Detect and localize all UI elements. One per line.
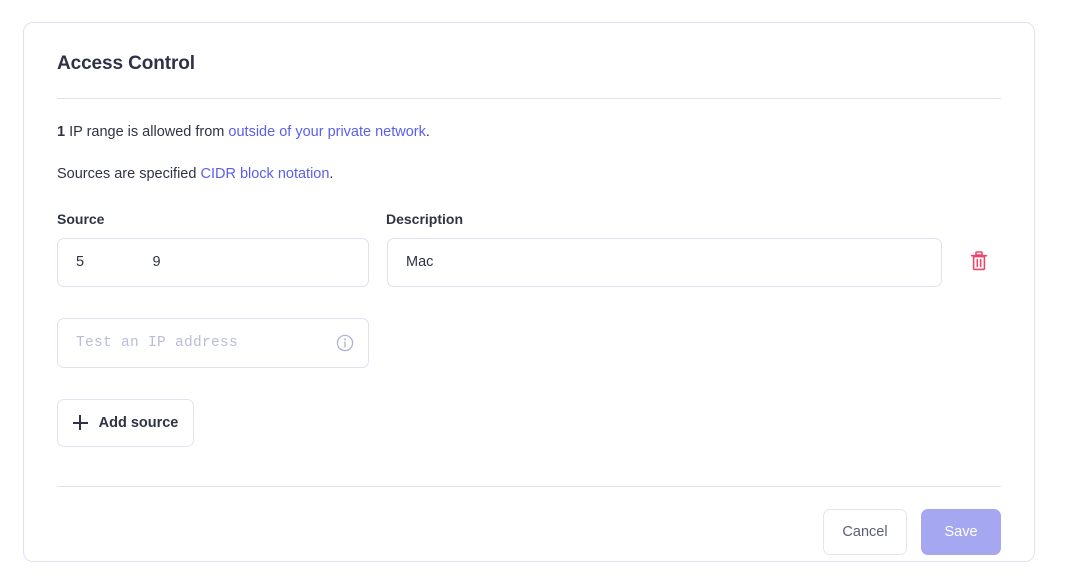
source-label: Source [57, 211, 386, 227]
field-labels-row: Source Description [57, 211, 1001, 227]
access-control-card: Access Control 1 IP range is allowed fro… [23, 22, 1035, 562]
ip-range-text-after: . [426, 124, 430, 140]
save-button[interactable]: Save [921, 509, 1001, 555]
cancel-button[interactable]: Cancel [823, 509, 907, 555]
description-input[interactable]: Mac [387, 238, 942, 287]
header-divider [57, 98, 1001, 99]
ip-range-text-before: IP range is allowed from [65, 124, 228, 140]
test-ip-wrapper [57, 318, 369, 368]
description-label: Description [386, 211, 463, 227]
add-source-button[interactable]: Add source [57, 399, 194, 447]
cidr-text-after: . [329, 166, 333, 182]
card-footer: Cancel Save [57, 509, 1001, 555]
private-network-link[interactable]: outside of your private network [228, 124, 425, 140]
source-row: 5 9 Mac [57, 238, 1001, 287]
add-source-label: Add source [99, 415, 179, 431]
cidr-info-line: Sources are specified CIDR block notatio… [57, 165, 1001, 184]
test-ip-row [57, 318, 1001, 368]
ip-range-info-line: 1 IP range is allowed from outside of yo… [57, 123, 1001, 142]
delete-source-button[interactable] [968, 250, 990, 274]
trash-icon [970, 251, 988, 274]
info-circle-icon[interactable] [336, 334, 354, 352]
source-input[interactable]: 5 9 [57, 238, 369, 287]
footer-divider [57, 486, 1001, 487]
cidr-text-before: Sources are specified [57, 166, 200, 182]
test-ip-input[interactable] [57, 318, 369, 368]
cidr-notation-link[interactable]: CIDR block notation [200, 166, 329, 182]
page-title: Access Control [57, 53, 1001, 75]
ip-range-count: 1 [57, 124, 65, 140]
plus-icon [73, 415, 88, 430]
